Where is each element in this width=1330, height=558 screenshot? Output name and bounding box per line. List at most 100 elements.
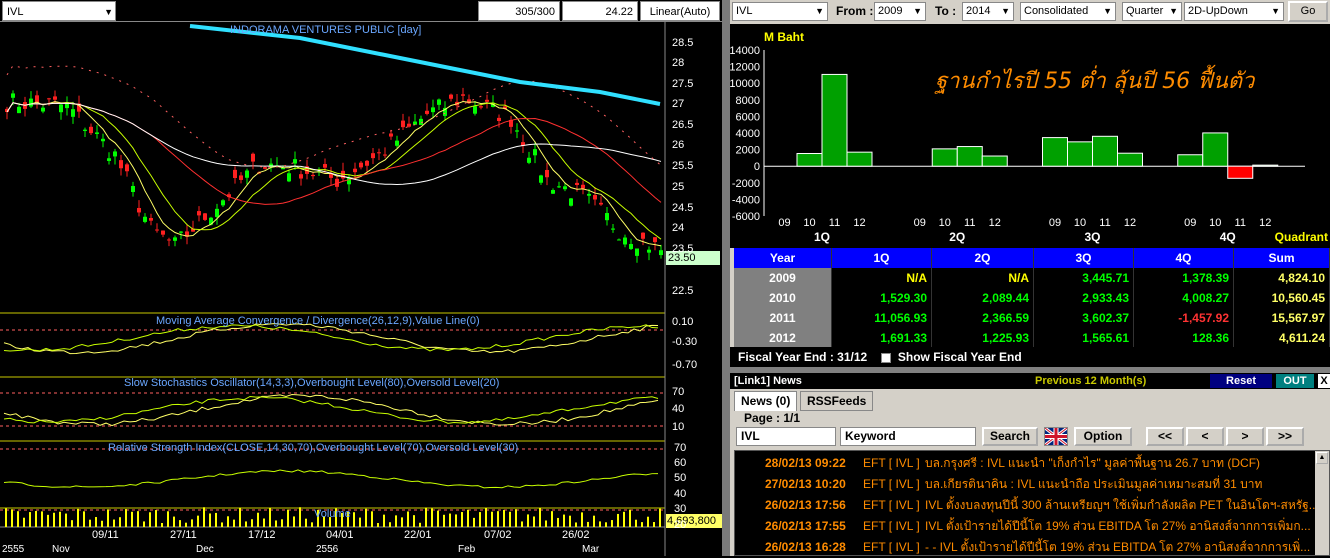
scale-mode[interactable]: Linear(Auto) — [640, 1, 720, 21]
out-button[interactable]: OUT — [1276, 374, 1314, 388]
news-source: EFT [ IVL ] — [863, 540, 920, 554]
earnings-year-tick: 09 — [914, 217, 926, 229]
table-header: Year — [734, 248, 832, 268]
date-label: 2556 — [316, 544, 339, 555]
price-axis-label: 23.5 — [672, 243, 694, 255]
price-chart-canvas[interactable] — [0, 22, 722, 556]
to-year-value: 2014 — [966, 5, 991, 17]
earnings-year-tick: 12 — [989, 217, 1001, 229]
date-label: Feb — [458, 544, 476, 555]
earnings-chart: M Baht 14000 12000 10000 8000 6000 4000 2000 0 -2… — [729, 24, 1330, 248]
price-axis-label: 24.5 — [672, 202, 694, 214]
period-select[interactable]: Quarter ▼ — [1122, 2, 1182, 21]
close-button[interactable]: X — [1318, 374, 1330, 388]
earnings-bar — [1067, 141, 1093, 167]
rsi-axis-label: 30 — [674, 503, 687, 515]
symbol-value: IVL — [7, 6, 24, 18]
symbol-select[interactable]: IVL ▼ — [2, 1, 116, 21]
news-headline: - - IVL ตั้งเป้ารายได้ปีนี้โต 19% ส่วน E… — [925, 540, 1311, 554]
earnings-year-tick: 12 — [853, 217, 865, 229]
table-cell: N/A — [832, 268, 932, 288]
fundamental-panel: IVL ▼ From : 2009 ▼ To : 2014 ▼ Consolidate… — [729, 0, 1330, 556]
prev-page-button[interactable]: < — [1186, 427, 1224, 446]
price-axis-label: 25 — [672, 181, 685, 193]
stoch-axis-label: 70 — [672, 386, 685, 398]
panel-divider[interactable] — [722, 0, 730, 556]
earnings-bar — [981, 155, 1008, 167]
date-label: 07/02 — [484, 529, 512, 541]
earnings-quarter-label: 3Q — [1084, 230, 1100, 244]
earnings-bar — [931, 148, 958, 167]
from-year-value: 2009 — [878, 5, 903, 17]
earnings-y-tick: 12000 — [730, 62, 760, 74]
earnings-bar — [1177, 154, 1204, 167]
chevron-down-icon: ▼ — [1103, 6, 1112, 16]
news-search-row: IVL Keyword Search Option << < > >> — [730, 425, 1330, 447]
search-button[interactable]: Search — [982, 427, 1038, 446]
filter-symbol-value: IVL — [736, 5, 753, 17]
table-cell: N/A — [932, 268, 1034, 288]
news-time: 26/02/13 16:28 — [765, 540, 846, 554]
last-page-button[interactable]: >> — [1266, 427, 1304, 446]
table-cell: 2,089.44 — [932, 288, 1034, 308]
earnings-y-tick: 2000 — [736, 145, 760, 157]
language-flag-icon[interactable] — [1044, 426, 1068, 447]
news-item[interactable]: 26/02/13 16:28 EFT [ IVL ] - - IVL ตั้งเป้… — [735, 537, 1315, 558]
to-year-select[interactable]: 2014 ▼ — [962, 2, 1014, 21]
volume-title: Volume — [314, 508, 351, 520]
table-row: 2009 N/A N/A 3,445.71 1,378.39 4,824.10 — [734, 268, 1330, 288]
news-time: 26/02/13 17:55 — [765, 519, 846, 533]
table-cell: 128.36 — [1134, 328, 1234, 348]
keyword-input[interactable]: Keyword — [840, 427, 976, 446]
chevron-down-icon: ▼ — [1271, 6, 1280, 16]
go-button[interactable]: Go — [1288, 1, 1328, 22]
filter-symbol-select[interactable]: IVL ▼ — [732, 2, 828, 21]
view-select[interactable]: 2D-UpDown ▼ — [1184, 2, 1284, 21]
table-cell: 1,225.93 — [932, 328, 1034, 348]
table-cell: 4,611.24 — [1234, 328, 1330, 348]
news-item[interactable]: 26/02/13 17:56 EFT [ IVL ] IVL ตั้งงบลงทุน… — [735, 495, 1315, 516]
stoch-axis-label: 40 — [672, 403, 685, 415]
earnings-year-tick: 09 — [1049, 217, 1061, 229]
news-source: EFT [ IVL ] — [863, 519, 920, 533]
date-label: Dec — [196, 544, 214, 555]
news-title: [Link1] News — [734, 375, 802, 387]
next-page-button[interactable]: > — [1226, 427, 1264, 446]
macd-axis-label: 0.10 — [672, 316, 694, 328]
table-row: 2011 11,056.93 2,366.59 3,602.37 -1,457.92 15… — [734, 308, 1330, 328]
tab-news[interactable]: News (0) — [734, 391, 798, 411]
table-cell: 10,560.45 — [1234, 288, 1330, 308]
tab-rssfeeds[interactable]: RSSFeeds — [800, 391, 874, 411]
earnings-year-tick: 11 — [829, 217, 840, 229]
earnings-bar — [1117, 152, 1143, 167]
news-source: EFT [ IVL ] — [863, 477, 920, 491]
rsi-axis-label: 40 — [674, 488, 687, 500]
show-fiscal-checkbox[interactable] — [880, 352, 891, 363]
table-cell: 4,824.10 — [1234, 268, 1330, 288]
reset-button[interactable]: Reset — [1210, 374, 1272, 388]
price-axis-label: 25.5 — [672, 160, 694, 172]
earnings-y-tick: 14000 — [730, 45, 760, 57]
option-button[interactable]: Option — [1074, 427, 1132, 446]
news-item[interactable]: 28/02/13 09:22 EFT [ IVL ] บล.กรุงศรี : IV… — [735, 453, 1315, 474]
from-year-select[interactable]: 2009 ▼ — [874, 2, 926, 21]
earnings-y-tick: 4000 — [736, 128, 760, 140]
earnings-bar — [1092, 135, 1118, 167]
chevron-down-icon: ▼ — [1169, 6, 1178, 16]
earnings-bar — [1042, 137, 1068, 167]
statement-select[interactable]: Consolidated ▼ — [1020, 2, 1116, 21]
row-year: 2011 — [734, 308, 832, 328]
first-page-button[interactable]: << — [1146, 427, 1184, 446]
news-item[interactable]: 27/02/13 10:20 EFT [ IVL ] บล.เกียรตินาคิน… — [735, 474, 1315, 495]
news-item[interactable]: 26/02/13 17:55 EFT [ IVL ] IVL ตั้งเป้าราย… — [735, 516, 1315, 537]
news-list: 28/02/13 09:22 EFT [ IVL ] บล.กรุงศรี : IV… — [734, 450, 1330, 556]
earnings-y-label: M Baht — [764, 30, 804, 44]
scroll-up-icon[interactable]: ▲ — [1316, 452, 1328, 464]
table-cell: -1,457.92 — [1134, 308, 1234, 328]
earnings-y-tick: 10000 — [730, 78, 760, 90]
price-axis-label: 24 — [672, 222, 685, 234]
news-scrollbar[interactable]: ▲ — [1315, 451, 1329, 555]
news-headline: บล.กรุงศรี : IVL แนะนำ "เก็งกำไร" มูลค่า… — [925, 456, 1261, 470]
news-symbol-input[interactable]: IVL — [736, 427, 836, 446]
earnings-year-tick: 10 — [1209, 217, 1221, 229]
